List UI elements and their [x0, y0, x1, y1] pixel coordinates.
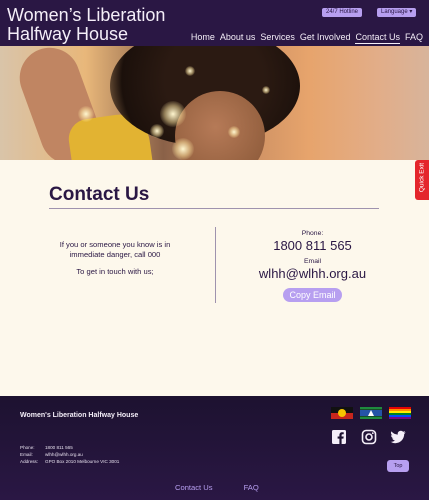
- chevron-down-icon: ▾: [409, 9, 413, 15]
- back-to-top-button[interactable]: Top: [387, 460, 409, 472]
- footer-link-faq[interactable]: FAQ: [244, 483, 259, 493]
- site-header: Women’s Liberation Halfway House 24/7 Ho…: [0, 0, 429, 46]
- page: Women’s Liberation Halfway House 24/7 Ho…: [0, 0, 429, 500]
- footer-contact-details: Phone: 1800 811 565 Email: wlhh@wlhh.org…: [20, 444, 119, 465]
- quick-exit-button[interactable]: Quick Exit: [415, 160, 429, 200]
- email-label: Email: [304, 258, 321, 265]
- copy-email-button[interactable]: Copy Email: [283, 288, 342, 302]
- footer-address: GPO Box 2010 Melbourne VIC 3001: [45, 459, 120, 464]
- hero-image: [0, 46, 429, 160]
- title-divider: [49, 208, 379, 209]
- aboriginal-flag-icon: [331, 407, 353, 419]
- nav-home[interactable]: Home: [191, 32, 215, 44]
- pride-flag-icon: [389, 407, 411, 419]
- facebook-icon[interactable]: [331, 429, 347, 445]
- instagram-icon[interactable]: [361, 429, 377, 445]
- quick-exit-label: Quick Exit: [418, 162, 426, 193]
- page-title: Contact Us: [49, 184, 150, 205]
- main-nav: Home About us Services Get Involved Cont…: [191, 32, 423, 44]
- torres-strait-flag-icon: [360, 407, 382, 419]
- hotline-button[interactable]: 24/7 Hotline: [322, 8, 363, 17]
- footer-link-contact-us[interactable]: Contact Us: [175, 483, 213, 493]
- footer-address-label: Address:: [20, 459, 39, 464]
- site-footer: Women's Liberation Halfway House Phone: …: [0, 396, 429, 500]
- footer-phone[interactable]: 1800 811 565: [45, 444, 73, 451]
- hotline-label: 24/7 Hotline: [326, 9, 359, 15]
- footer-email[interactable]: wlhh@wlhh.org.au: [45, 451, 83, 458]
- emergency-info: If you or someone you know is in immedia…: [45, 240, 185, 277]
- footer-org-name: Women's Liberation Halfway House: [20, 412, 139, 419]
- nav-services[interactable]: Services: [260, 32, 295, 44]
- phone-label: Phone:: [301, 230, 324, 237]
- footer-phone-label: Phone:: [20, 445, 35, 450]
- email-address[interactable]: wlhh@wlhh.org.au: [230, 266, 395, 282]
- nav-faq[interactable]: FAQ: [405, 32, 423, 44]
- column-divider: [215, 227, 216, 303]
- phone-number[interactable]: 1800 811 565: [230, 238, 395, 254]
- danger-text: If you or someone you know is in immedia…: [59, 240, 171, 259]
- nav-get-involved[interactable]: Get Involved: [300, 32, 351, 44]
- logo-line-2: Halfway House: [7, 24, 129, 44]
- touch-text: To get in touch with us;: [76, 267, 154, 276]
- nav-about-us[interactable]: About us: [220, 32, 256, 44]
- footer-links: Contact Us FAQ: [175, 483, 259, 493]
- nav-contact-us[interactable]: Contact Us: [355, 32, 400, 44]
- site-logo[interactable]: Women’s Liberation Halfway House: [7, 6, 165, 44]
- footer-email-label: Email:: [20, 452, 33, 457]
- contact-details: Phone: 1800 811 565 Email wlhh@wlhh.org.…: [230, 229, 395, 303]
- language-label: Language: [381, 9, 408, 15]
- language-button[interactable]: Language ▾: [377, 8, 417, 17]
- logo-line-1: Women’s Liberation: [7, 5, 166, 25]
- twitter-icon[interactable]: [390, 429, 406, 445]
